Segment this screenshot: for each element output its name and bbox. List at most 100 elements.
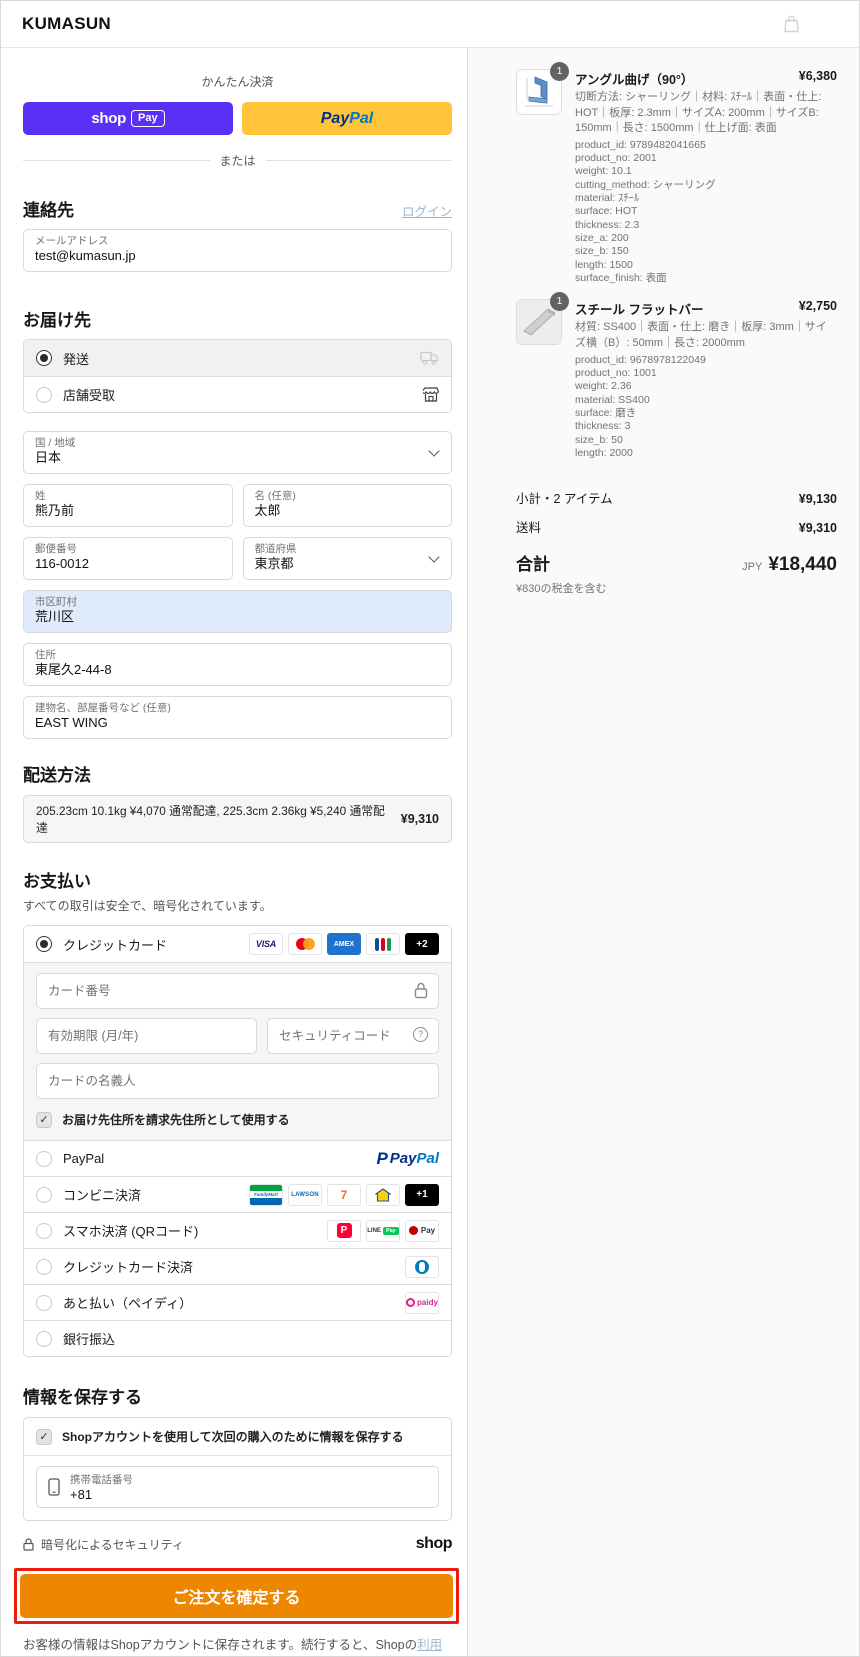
shop-pay-badge: Pay (131, 110, 165, 127)
item-title: スチール フラットバー (575, 299, 703, 318)
rakuten-pay-icon: Pay (405, 1220, 439, 1242)
phone-icon (48, 1478, 60, 1496)
shop-pay-button[interactable]: shop Pay (23, 102, 233, 135)
postal-code-field[interactable]: 郵便番号 116-0012 (23, 537, 233, 580)
order-item: 1 アングル曲げ（90°） ¥6,380 切断方法: シャーリング｜材料: ｽﾁ… (516, 69, 837, 285)
checkout-form-column: かんたん決済 shop Pay PayPal または 連絡先 ログイン メールア… (1, 48, 468, 1656)
subtotal-row: 小計・2 アイテム ¥9,130 (516, 488, 837, 507)
bank-transfer-option[interactable]: 銀行振込 (24, 1320, 451, 1356)
expiry-input[interactable] (36, 1018, 257, 1054)
header-logo[interactable]: KUMASUN (22, 14, 111, 34)
shop-logo: shop (416, 1535, 452, 1553)
paypal-wordmark-pal: Pal (349, 110, 373, 128)
radio-unselected[interactable] (36, 387, 52, 403)
shipping-option[interactable]: 発送 (24, 340, 451, 376)
email-label: メールアドレス (35, 235, 440, 248)
country-select[interactable]: 国 / 地域 日本 (23, 431, 452, 474)
shipping-method-row[interactable]: 205.23cm 10.1kg ¥4,070 通常配達, 225.3cm 2.3… (23, 795, 452, 843)
item-price: ¥2,750 (799, 299, 837, 318)
more-konbini-badge: +1 (405, 1184, 439, 1206)
city-field[interactable]: 市区町村 荒川区 (23, 590, 452, 633)
item-thumbnail: 1 (516, 299, 562, 345)
credit-card-gateway-option[interactable]: クレジットカード決済 (24, 1248, 451, 1284)
tax-note: ¥830の税金を含む (516, 580, 837, 596)
delivery-heading: お届け先 (23, 306, 452, 331)
phone-field[interactable]: 携帯電話番号 +81 (36, 1466, 439, 1508)
item-properties: product_id: 9678978122049 product_no: 10… (575, 354, 837, 461)
lock-icon (414, 982, 428, 999)
item-property: weight: 2.36 (575, 380, 837, 393)
last-name-field[interactable]: 姓 熊乃前 (23, 484, 233, 527)
line-pay-icon: LINEPay (366, 1220, 400, 1242)
card-form: ? ✓ お届け先住所を請求先住所として使用する (24, 962, 451, 1140)
legal-text: お客様の情報はShopアカウントに保存されます。続行すると、Shopの利用規約に… (23, 1636, 452, 1657)
item-property: material: ｽﾁｰﾙ (575, 192, 837, 205)
card-number-input[interactable] (36, 973, 439, 1009)
checkout-page: KUMASUN かんたん決済 shop Pay PayPal または 連絡先 ロ… (0, 0, 860, 1657)
submit-order-button[interactable]: ご注文を確定する (20, 1574, 453, 1618)
first-name-field[interactable]: 名 (任意) 太郎 (243, 484, 453, 527)
item-property: thickness: 2.3 (575, 219, 837, 232)
visa-icon: VISA (249, 933, 283, 955)
login-link[interactable]: ログイン (402, 201, 452, 220)
cart-bag-icon[interactable] (784, 15, 799, 33)
item-property: size_b: 150 (575, 245, 837, 258)
paypal-wordmark-pay: Pay (321, 110, 349, 128)
quantity-badge: 1 (550, 62, 569, 81)
radio-selected[interactable] (36, 350, 52, 366)
item-property: product_no: 1001 (575, 367, 837, 380)
item-property: thickness: 3 (575, 420, 837, 433)
paypal-logo: PPayPal (376, 1149, 439, 1169)
or-divider: または (23, 152, 452, 169)
amex-icon: AMEX (327, 933, 361, 955)
order-summary: 1 アングル曲げ（90°） ¥6,380 切断方法: シャーリング｜材料: ｽﾁ… (468, 48, 859, 1656)
item-thumbnail: 1 (516, 69, 562, 115)
delivery-option-group: 発送 店舗受取 (23, 339, 452, 413)
email-field[interactable]: メールアドレス test@kumasun.jp (23, 229, 452, 272)
prefecture-select[interactable]: 都道府県 東京都 (243, 537, 453, 580)
shop-pay-wordmark: shop (91, 110, 126, 127)
item-property: surface: HOT (575, 205, 837, 218)
qr-pay-option[interactable]: スマホ決済 (QRコード) P LINEPay Pay (24, 1212, 451, 1248)
paypal-option[interactable]: PayPal PPayPal (24, 1140, 451, 1176)
paidy-option[interactable]: あと払い（ペイディ） paidy (24, 1284, 451, 1320)
item-property: product_id: 9678978122049 (575, 354, 837, 367)
payment-heading: お支払い (23, 867, 452, 892)
item-property: weight: 10.1 (575, 165, 837, 178)
item-price: ¥6,380 (799, 69, 837, 88)
item-properties: product_id: 9789482041665 product_no: 20… (575, 139, 837, 286)
save-info-checkbox[interactable]: ✓ (36, 1429, 52, 1445)
paypal-express-button[interactable]: PayPal (242, 102, 452, 135)
security-note: 暗号化によるセキュリティ (41, 1536, 184, 1553)
credit-card-option[interactable]: クレジットカード VISA AMEX +2 (24, 926, 451, 962)
address-field[interactable]: 住所 東尾久2-44-8 (23, 643, 452, 686)
ministop-icon (366, 1184, 400, 1206)
item-property: size_b: 50 (575, 434, 837, 447)
item-variant: 材質: SS400｜表面・仕上: 磨き｜板厚: 3mm｜サイズ横（B）: 50m… (575, 320, 837, 351)
store-icon (423, 387, 439, 402)
item-property: size_a: 200 (575, 232, 837, 245)
card-name-input[interactable] (36, 1063, 439, 1099)
lock-icon (23, 1538, 34, 1551)
total-row: 合計 JPY¥18,440 (516, 550, 837, 576)
familymart-icon: FamilyMart (249, 1184, 283, 1206)
lawson-icon: LAWSON (288, 1184, 322, 1206)
radio-selected[interactable] (36, 936, 52, 952)
item-property: material: SS400 (575, 394, 837, 407)
konbini-option[interactable]: コンビニ決済 FamilyMart LAWSON 7 +1 (24, 1176, 451, 1212)
total-amount: ¥18,440 (768, 554, 837, 576)
shipping-method-price: ¥9,310 (401, 812, 439, 826)
pickup-option[interactable]: 店舗受取 (24, 376, 451, 412)
billing-address-checkbox[interactable]: ✓ (36, 1112, 52, 1128)
payment-subtitle: すべての取引は安全で、暗号化されています。 (23, 897, 452, 914)
item-property: product_no: 2001 (575, 152, 837, 165)
item-title: アングル曲げ（90°） (575, 69, 693, 88)
item-variant: 切断方法: シャーリング｜材料: ｽﾁｰﾙ｜表面・仕上: HOT｜板厚: 2.3… (575, 90, 837, 137)
item-property: length: 2000 (575, 447, 837, 460)
contact-heading: 連絡先 (23, 196, 74, 221)
paypay-icon: P (327, 1220, 361, 1242)
diners-icon (405, 1256, 439, 1278)
building-field[interactable]: 建物名、部屋番号など (任意) EAST WING (23, 696, 452, 739)
shipping-method-text: 205.23cm 10.1kg ¥4,070 通常配達, 225.3cm 2.3… (36, 802, 391, 836)
order-item: 1 スチール フラットバー ¥2,750 材質: SS400｜表面・仕上: 磨き… (516, 299, 837, 460)
